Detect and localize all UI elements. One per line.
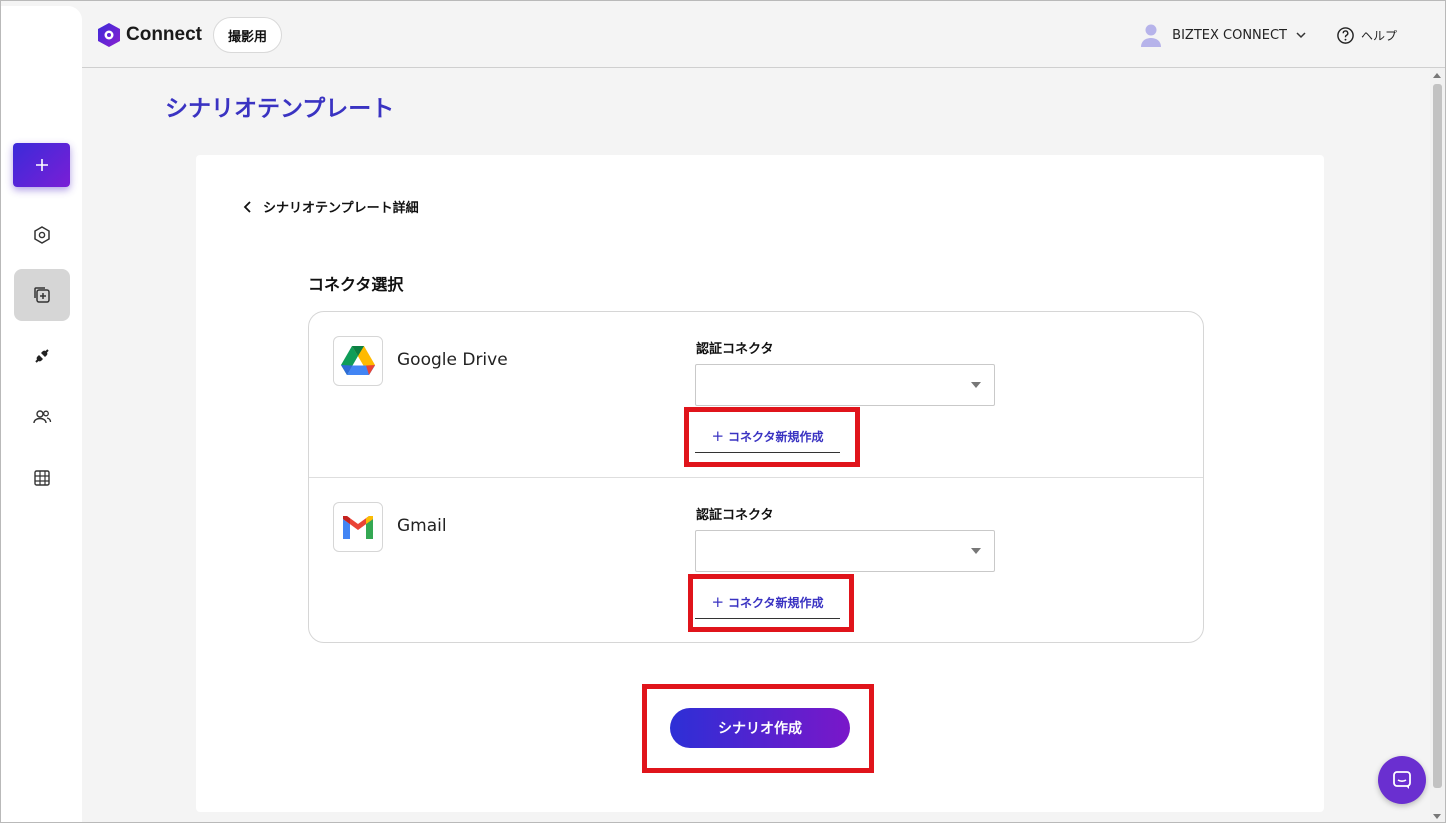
auth-connector-select[interactable] bbox=[695, 530, 995, 572]
plus-icon bbox=[35, 159, 48, 171]
highlight-box bbox=[684, 407, 860, 467]
sidebar-item-users[interactable] bbox=[14, 391, 70, 443]
back-link-label: シナリオテンプレート詳細 bbox=[263, 201, 419, 216]
highlight-box bbox=[688, 574, 854, 632]
environment-badge[interactable]: 撮影用 bbox=[213, 17, 283, 53]
scroll-thumb[interactable] bbox=[1433, 84, 1442, 788]
plug-icon bbox=[35, 349, 49, 363]
scrollbar[interactable] bbox=[1430, 68, 1445, 822]
auth-connector-select[interactable] bbox=[695, 364, 995, 406]
sidebar-item-connect[interactable] bbox=[14, 209, 70, 261]
top-header: Connect 撮影用 BIZTEX CONNECT ヘルプ bbox=[82, 6, 1445, 68]
chat-support-button[interactable] bbox=[1378, 756, 1426, 804]
account-menu[interactable]: BIZTEX CONNECT bbox=[1138, 22, 1307, 48]
help-link[interactable]: ヘルプ bbox=[1336, 26, 1397, 45]
highlight-box bbox=[642, 684, 874, 773]
service-name: Google Drive bbox=[397, 350, 508, 370]
page-title: シナリオテンプレート bbox=[165, 96, 395, 122]
table-icon bbox=[34, 470, 50, 486]
avatar-icon bbox=[1141, 24, 1162, 47]
connect-logo-icon bbox=[34, 226, 50, 244]
users-icon bbox=[33, 410, 52, 424]
app-name: Connect bbox=[126, 24, 202, 45]
section-title: コネクタ選択 bbox=[308, 275, 404, 294]
help-label: ヘルプ bbox=[1360, 29, 1397, 43]
connect-logo-icon bbox=[98, 23, 120, 47]
sidebar-item-templates[interactable] bbox=[14, 269, 70, 321]
sidebar-item-connectors[interactable] bbox=[14, 330, 70, 382]
chat-icon bbox=[1393, 771, 1411, 789]
chevron-left-icon bbox=[243, 200, 251, 213]
template-icon bbox=[34, 287, 50, 303]
back-link[interactable]: シナリオテンプレート詳細 bbox=[243, 197, 419, 216]
app-logo[interactable]: Connect bbox=[96, 22, 202, 48]
help-icon bbox=[1337, 27, 1354, 44]
auth-connector-label: 認証コネクタ bbox=[696, 508, 774, 523]
app-window: Connect 撮影用 BIZTEX CONNECT ヘルプ シナリオテンプレー… bbox=[0, 0, 1446, 823]
sidebar-item-table[interactable] bbox=[14, 452, 70, 504]
google-drive-icon bbox=[333, 336, 383, 386]
scroll-down-icon[interactable] bbox=[1433, 814, 1441, 819]
gmail-icon bbox=[343, 516, 373, 539]
gmail-icon bbox=[333, 502, 383, 552]
scroll-up-icon[interactable] bbox=[1433, 73, 1441, 78]
add-button[interactable] bbox=[13, 143, 70, 187]
service-name: Gmail bbox=[397, 516, 447, 536]
google-drive-icon bbox=[341, 346, 375, 375]
chevron-down-icon bbox=[1296, 32, 1306, 39]
auth-connector-label: 認証コネクタ bbox=[696, 342, 774, 357]
left-sidebar bbox=[1, 6, 82, 822]
account-name: BIZTEX CONNECT bbox=[1172, 27, 1287, 43]
